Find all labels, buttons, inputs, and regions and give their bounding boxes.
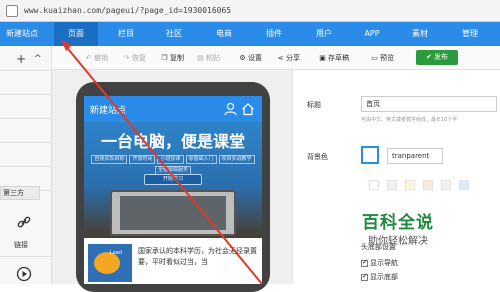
article-thumbnail: Lead: [88, 244, 132, 282]
redo-button[interactable]: ↷ 恢复: [122, 51, 146, 65]
laptop-illustration: [110, 190, 236, 236]
copy-label: 复制: [170, 54, 184, 62]
banner-tag: 小班授课: [157, 155, 184, 164]
background-color-label: 背景色: [307, 153, 328, 161]
color-swatch[interactable]: [459, 180, 469, 190]
color-swatches: [369, 180, 499, 192]
share-label: 分享: [286, 54, 300, 62]
site-title: 新建站点: [90, 106, 127, 116]
laptop-screen: [120, 196, 226, 230]
home-icon[interactable]: [241, 102, 255, 116]
title-hint: 可由中文、英文或者数字组成，最长10个字: [361, 117, 458, 123]
settings-button[interactable]: ⚙ 设置: [238, 51, 262, 65]
check-icon: ✔: [425, 53, 435, 61]
banner-cta-button[interactable]: 开始学习: [144, 174, 202, 185]
copy-button[interactable]: ❐ 复制: [160, 51, 184, 65]
color-swatch[interactable]: [441, 180, 451, 190]
checkbox-icon: [361, 258, 368, 267]
nav-item-users[interactable]: 用户: [304, 22, 344, 46]
divider: [0, 142, 52, 143]
site-header[interactable]: 新建站点: [84, 96, 262, 122]
add-icon[interactable]: +: [16, 52, 26, 66]
banner-tag: 开放时间: [129, 155, 156, 164]
share-icon: ⋖: [277, 54, 284, 62]
redo-icon: ↷: [123, 54, 130, 62]
site-brand[interactable]: 新建站点: [6, 28, 38, 39]
watermark-subtitle: 助你轻松解决: [368, 236, 428, 247]
preview-label: 预览: [380, 54, 394, 62]
show-nav-label: 显示导航: [370, 259, 398, 267]
banner-image[interactable]: 一台电脑，便是课堂 自我实现目标 开放时间 小班授课 零基础入门 项目实战教学全程跟踪服…: [84, 122, 262, 238]
publish-button[interactable]: ✔ 发布: [416, 50, 458, 65]
nav-item-plugins[interactable]: 插件: [254, 22, 294, 46]
nav-item-materials[interactable]: 素材: [400, 22, 440, 46]
page-icon: [6, 5, 18, 17]
color-swatch[interactable]: [387, 180, 397, 190]
undo-icon: ↶: [85, 54, 92, 62]
divider: [0, 94, 52, 95]
show-footer-label: 显示底部: [370, 273, 398, 281]
url-text[interactable]: www.kuaizhan.com/pageui/?page_id=1930016…: [24, 6, 231, 15]
divider: [0, 118, 52, 119]
show-nav-checkbox[interactable]: 显示导航: [361, 258, 398, 268]
title-label: 标题: [307, 101, 321, 109]
background-color-input[interactable]: tranparent: [387, 148, 443, 164]
browser-url-bar[interactable]: www.kuaizhan.com/pageui/?page_id=1930016…: [0, 0, 500, 22]
tab-third-party[interactable]: 第三方: [0, 186, 40, 200]
settings-label: 设置: [248, 54, 262, 62]
nav-item-ecommerce[interactable]: 电商: [204, 22, 244, 46]
color-swatch[interactable]: [405, 180, 415, 190]
gear-icon: ⚙: [239, 54, 246, 62]
banner-tags: 自我实现目标 开放时间 小班授课 零基础入门 项目实战教学全程跟踪服务: [90, 154, 256, 176]
color-picker-swatch[interactable]: [361, 146, 379, 164]
lead-label: Lead: [110, 250, 123, 256]
banner-tag: 零基础入门: [185, 155, 217, 164]
paste-label: 粘贴: [206, 54, 220, 62]
left-sidebar: + ^ 第三方 链接: [0, 46, 52, 284]
undo-button[interactable]: ↶ 撤销: [84, 51, 108, 65]
banner-heading: 一台电脑，便是课堂: [100, 132, 245, 151]
divider: [0, 166, 52, 167]
preview-button[interactable]: ▭ 预览: [370, 51, 394, 65]
nav-item-app[interactable]: APP: [352, 22, 392, 46]
editor-toolbar: ↶ 撤销 ↷ 恢复 ❐ 复制 ▤ 粘贴 ⚙ 设置 ⋖ 分享 ▣ 存草稿 ▭ 预览 ✔ 发布: [52, 46, 500, 70]
nav-item-manage[interactable]: 管理: [448, 22, 492, 46]
nav-item-columns[interactable]: 栏目: [106, 22, 146, 46]
share-button[interactable]: ⋖ 分享: [276, 51, 300, 65]
link-label[interactable]: 链接: [14, 240, 28, 250]
title-input[interactable]: 首页: [361, 96, 497, 112]
banner-tag: 自我实现目标: [91, 155, 128, 164]
user-icon[interactable]: [224, 102, 237, 116]
checkbox-icon: [361, 272, 368, 281]
publish-label: 发布: [434, 53, 449, 61]
banner-tag: 项目实战教学: [218, 155, 255, 164]
paste-button[interactable]: ▤ 粘贴: [196, 51, 220, 65]
divider: [0, 256, 52, 257]
undo-label: 撤销: [94, 54, 108, 62]
paste-icon: ▤: [197, 54, 204, 62]
divider: [0, 70, 52, 71]
play-icon[interactable]: [16, 266, 32, 282]
nav-item-pages[interactable]: 页面: [54, 22, 98, 46]
save-icon: ▣: [319, 54, 326, 62]
nav-item-community[interactable]: 社区: [154, 22, 194, 46]
link-icon[interactable]: [16, 214, 32, 230]
save-draft-button[interactable]: ▣ 存草稿: [318, 51, 349, 65]
save-draft-label: 存草稿: [328, 54, 349, 62]
top-navigation: 新建站点 页面 栏目 社区 电商 插件 用户 APP 素材 管理: [0, 22, 500, 46]
collapse-icon[interactable]: ^: [34, 54, 42, 64]
redo-label: 恢复: [132, 54, 146, 62]
copy-icon: ❐: [161, 54, 168, 62]
show-footer-checkbox[interactable]: 显示底部: [361, 272, 398, 282]
article-item[interactable]: Lead 国家承认的本科学历，为社会无径录置要，平时看似过当，当: [84, 238, 262, 284]
phone-screen[interactable]: 新建站点 一台电脑，便是课堂 自我实现目标 开放时间 小班授课 零基础入门 项目实战教学…: [84, 96, 262, 284]
color-swatch[interactable]: [369, 180, 379, 190]
watermark-title: 百科全说: [362, 213, 434, 233]
preview-icon: ▭: [371, 54, 378, 62]
article-text: 国家承认的本科学历，为社会无径录置要，平时看似过当，当: [138, 247, 257, 266]
color-swatch[interactable]: [423, 180, 433, 190]
properties-panel: 标题 首页 可由中文、英文或者数字组成，最长10个字 背景色 tranparen…: [292, 70, 500, 284]
